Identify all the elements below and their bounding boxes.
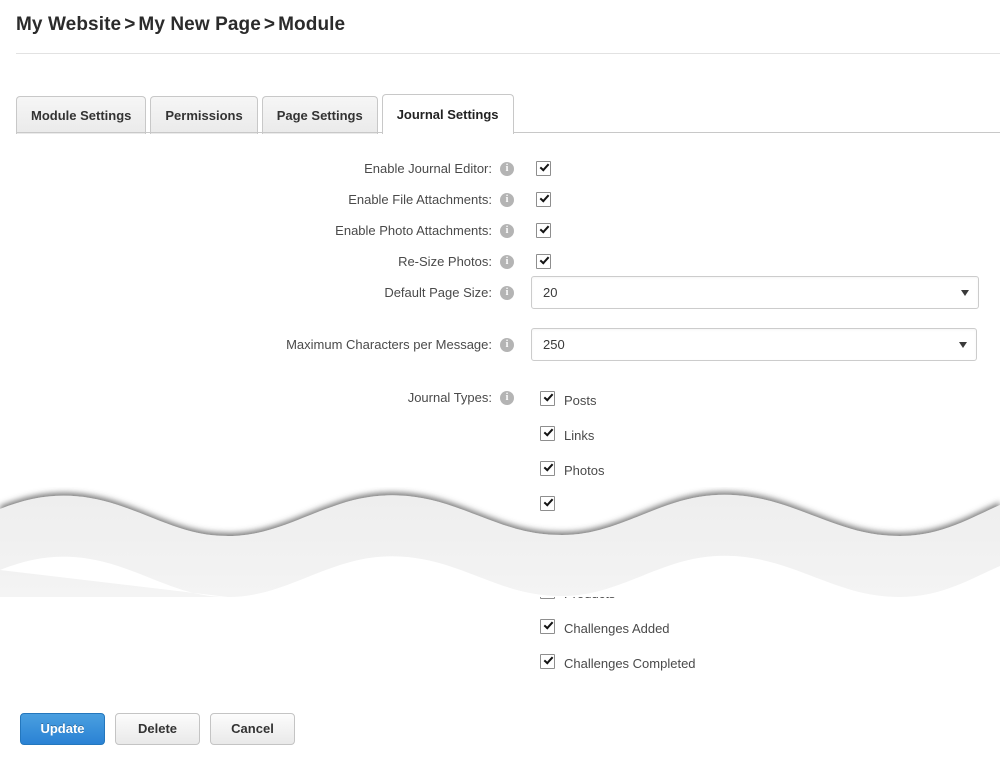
checkbox-journal-type-challenges-added[interactable] [540, 619, 555, 634]
header-divider [16, 53, 1000, 54]
row-resize-photos: Re-Size Photos: i [0, 252, 1000, 278]
breadcrumb-item-page[interactable]: My New Page [138, 14, 261, 35]
info-icon-default-page-size[interactable]: i [500, 286, 514, 300]
label-journal-types: Journal Types: [0, 388, 492, 408]
checkbox-journal-type-posts[interactable] [540, 391, 555, 406]
breadcrumb-item-website[interactable]: My Website [16, 14, 121, 35]
checkbox-journal-type-products[interactable] [540, 584, 555, 599]
checkbox-journal-type-links[interactable] [540, 426, 555, 441]
row-journal-type-challenges-completed: Challenges Completed [0, 651, 1000, 677]
tab-journal-settings[interactable]: Journal Settings [382, 94, 514, 134]
row-enable-photo-attachments: Enable Photo Attachments: i [0, 221, 1000, 247]
row-journal-types: Journal Types: i Posts [0, 388, 1000, 414]
info-icon-journal-types[interactable]: i [500, 391, 514, 405]
cancel-button[interactable]: Cancel [210, 713, 295, 745]
delete-button[interactable]: Delete [115, 713, 200, 745]
label-journal-type-photos: Photos [564, 463, 604, 478]
info-icon-enable-photo-attachments[interactable]: i [500, 224, 514, 238]
checkbox-enable-file-attachments[interactable] [536, 192, 551, 207]
select-maximum-characters[interactable]: 250 [531, 328, 977, 361]
tab-bar: Module Settings Permissions Page Setting… [16, 94, 518, 133]
label-journal-type-posts: Posts [564, 393, 597, 408]
chevron-down-icon [961, 290, 969, 296]
row-enable-file-attachments: Enable File Attachments: i [0, 190, 1000, 216]
select-default-page-size-value: 20 [543, 285, 557, 300]
row-journal-type-links: Links [0, 423, 1000, 449]
checkbox-resize-photos[interactable] [536, 254, 551, 269]
row-journal-type-products: Products [0, 581, 1000, 607]
page-root: My Website>My New Page>Module Module Set… [0, 0, 1000, 765]
checkbox-journal-type-challenges-completed[interactable] [540, 654, 555, 669]
info-icon-enable-file-attachments[interactable]: i [500, 193, 514, 207]
label-journal-type-challenges-completed: Challenges Completed [564, 656, 696, 671]
form-action-buttons: Update Delete Cancel [20, 713, 305, 745]
tab-permissions[interactable]: Permissions [150, 96, 257, 134]
breadcrumb-separator-2: > [261, 14, 278, 35]
label-journal-type-links: Links [564, 428, 594, 443]
label-journal-type-challenges-added: Challenges Added [564, 621, 670, 636]
row-enable-journal-editor: Enable Journal Editor: i [0, 159, 1000, 185]
info-icon-resize-photos[interactable]: i [500, 255, 514, 269]
info-icon-enable-journal-editor[interactable]: i [500, 162, 514, 176]
breadcrumb-separator-1: > [121, 14, 138, 35]
select-maximum-characters-value: 250 [543, 337, 565, 352]
row-journal-type-occluded [0, 493, 1000, 519]
update-button[interactable]: Update [20, 713, 105, 745]
tab-module-settings[interactable]: Module Settings [16, 96, 146, 134]
tab-page-settings[interactable]: Page Settings [262, 96, 378, 134]
info-icon-maximum-characters[interactable]: i [500, 338, 514, 352]
breadcrumb: My Website>My New Page>Module [16, 14, 345, 36]
label-default-page-size: Default Page Size: [0, 283, 492, 303]
row-journal-type-photos: Photos [0, 458, 1000, 484]
label-enable-file-attachments: Enable File Attachments: [0, 190, 492, 210]
tab-active-underline-mask [383, 132, 513, 134]
checkbox-enable-photo-attachments[interactable] [536, 223, 551, 238]
label-enable-journal-editor: Enable Journal Editor: [0, 159, 492, 179]
row-journal-type-challenges-added: Challenges Added [0, 616, 1000, 642]
breadcrumb-item-module: Module [278, 14, 345, 35]
label-maximum-characters: Maximum Characters per Message: [0, 335, 492, 355]
checkbox-journal-type-photos[interactable] [540, 461, 555, 476]
chevron-down-icon [959, 342, 967, 348]
label-journal-type-products: Products [564, 586, 615, 601]
checkbox-journal-type-occluded[interactable] [540, 496, 555, 511]
checkbox-enable-journal-editor[interactable] [536, 161, 551, 176]
label-enable-photo-attachments: Enable Photo Attachments: [0, 221, 492, 241]
row-maximum-characters: Maximum Characters per Message: i 250 [0, 335, 1000, 361]
label-resize-photos: Re-Size Photos: [0, 252, 492, 272]
select-default-page-size[interactable]: 20 [531, 276, 979, 309]
row-default-page-size: Default Page Size: i 20 [0, 283, 1000, 309]
